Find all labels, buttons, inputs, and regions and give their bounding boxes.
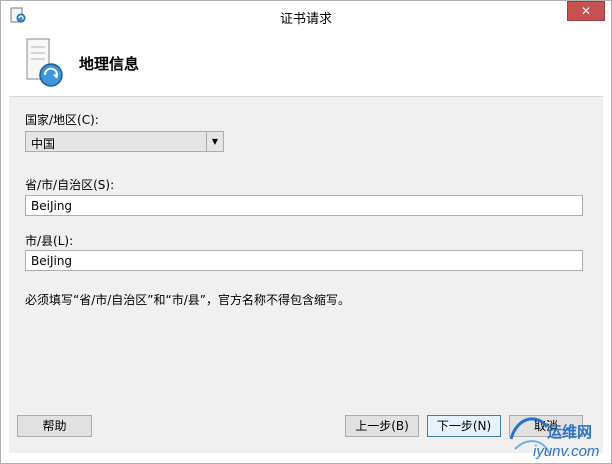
wizard-header: 地理信息	[9, 31, 603, 97]
watermark: 运维网 iyunv.com	[507, 409, 611, 463]
form-note: 必须填写“省/市/自治区”和“市/县”，官方名称不得包含缩写。	[25, 293, 350, 307]
form-body: 国家/地区(C): 中国 ▼ 省/市/自治区(S): BeiJing 市/县(L…	[9, 97, 603, 453]
country-label: 国家/地区(C):	[25, 113, 99, 127]
province-label: 省/市/自治区(S):	[25, 178, 115, 192]
title-bar[interactable]: 证书请求 ✕	[1, 1, 611, 31]
certificate-request-dialog: 证书请求 ✕ 地理信息 国家/地区(C): 中国 ▼ 省/市/自治区(S): B…	[0, 0, 612, 464]
city-label: 市/县(L):	[25, 234, 74, 248]
page-title: 地理信息	[79, 55, 140, 73]
help-button[interactable]: 帮助	[17, 415, 92, 437]
country-value: 中国	[31, 137, 56, 151]
close-icon: ✕	[580, 4, 592, 18]
next-button[interactable]: 下一步(N)	[427, 415, 501, 437]
watermark-title: 运维网	[547, 424, 593, 441]
certificate-server-icon	[26, 38, 63, 87]
city-input[interactable]: BeiJing	[25, 250, 583, 271]
close-button[interactable]: ✕	[567, 1, 605, 21]
province-input[interactable]: BeiJing	[25, 195, 583, 216]
country-select[interactable]: 中国 ▼	[25, 131, 224, 152]
triangle-down-icon[interactable]: ▼	[206, 132, 223, 151]
watermark-url: iyunv.com	[533, 443, 600, 460]
window-title: 证书请求	[279, 12, 332, 27]
back-button[interactable]: 上一步(B)	[345, 415, 419, 437]
